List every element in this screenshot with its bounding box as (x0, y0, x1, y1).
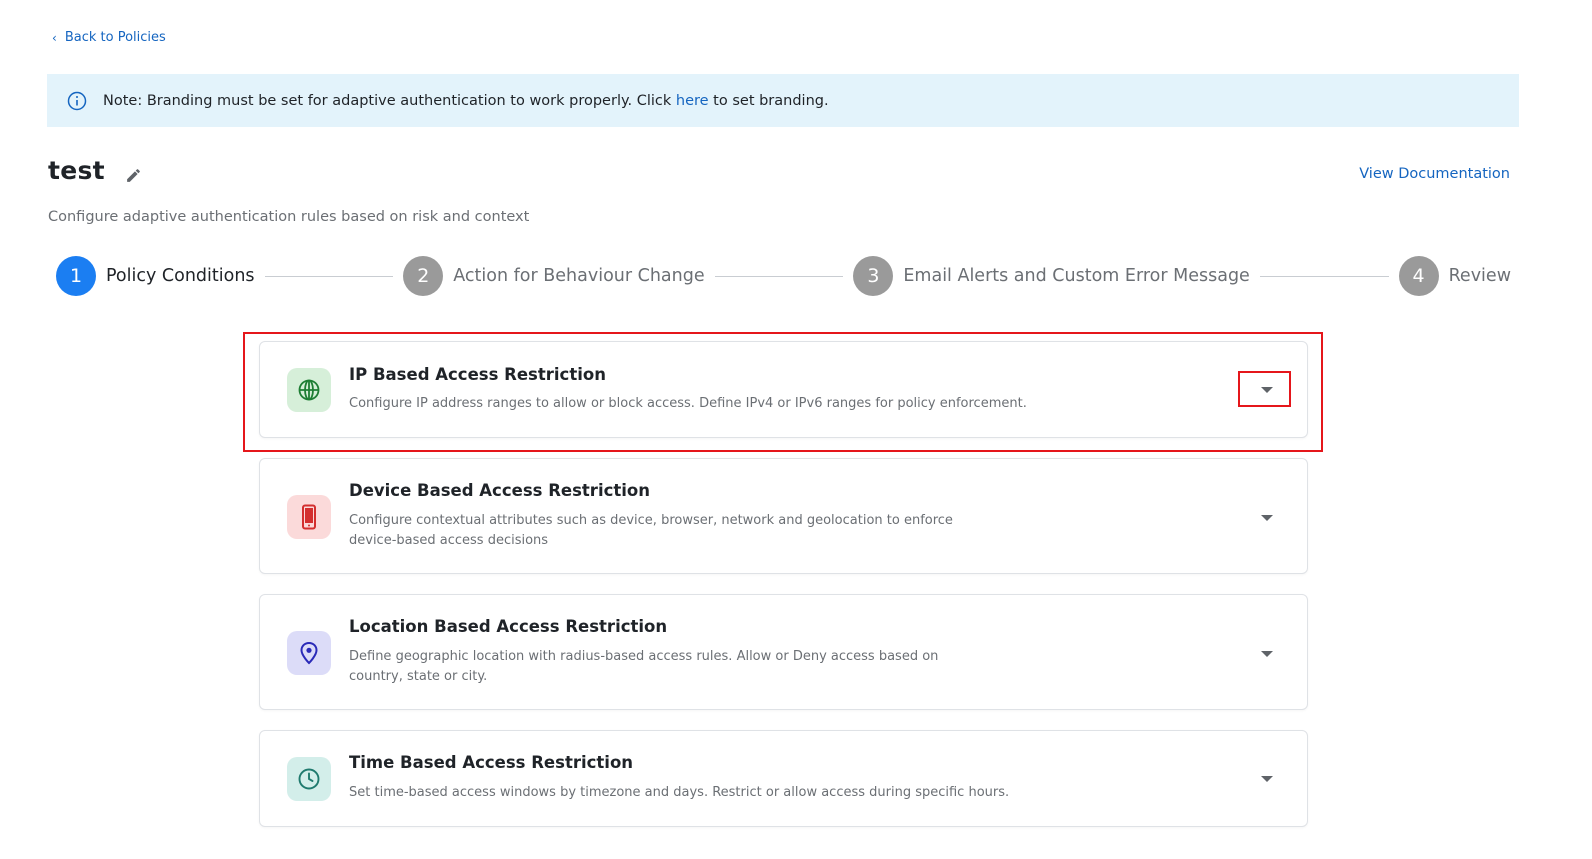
step-number: 2 (403, 256, 444, 296)
step-connector (264, 275, 394, 277)
card-title: IP Based Access Restriction (349, 365, 606, 384)
card-description: Define geographic location with radius-b… (349, 649, 939, 684)
globe-icon (287, 368, 331, 412)
time-restriction-card[interactable]: Time Based Access Restriction Set time-b… (259, 730, 1308, 827)
clock-icon (287, 757, 331, 801)
step-action-for-behaviour-change[interactable]: 2 Action for Behaviour Change (403, 256, 705, 296)
step-policy-conditions[interactable]: 1 Policy Conditions (56, 256, 255, 296)
card-title: Time Based Access Restriction (349, 753, 634, 772)
expand-chevron-icon[interactable] (1261, 651, 1273, 657)
back-to-policies-link[interactable]: ‹ Back to Policies (52, 30, 166, 45)
card-title: Device Based Access Restriction (349, 481, 651, 500)
step-connector (714, 275, 844, 277)
step-connector (1259, 275, 1389, 277)
branding-note-banner: Note: Branding must be set for adaptive … (47, 74, 1519, 127)
step-number: 3 (853, 256, 894, 296)
title-row: test (48, 156, 142, 185)
step-label: Action for Behaviour Change (453, 266, 705, 286)
step-number: 4 (1398, 256, 1439, 296)
info-icon (67, 91, 87, 110)
page-title: test (48, 156, 105, 185)
chevron-left-icon: ‹ (52, 30, 57, 45)
step-number: 1 (56, 256, 96, 296)
expand-chevron-icon[interactable] (1261, 387, 1273, 393)
card-description: Configure IP address ranges to allow or … (349, 396, 1027, 411)
card-title: Location Based Access Restriction (349, 617, 668, 636)
step-email-alerts[interactable]: 3 Email Alerts and Custom Error Message (853, 256, 1250, 296)
step-review[interactable]: 4 Review (1398, 256, 1512, 296)
mobile-phone-icon (287, 495, 331, 539)
page-subtitle: Configure adaptive authentication rules … (48, 209, 530, 225)
card-description: Configure contextual attributes such as … (349, 513, 953, 548)
ip-restriction-card[interactable]: IP Based Access Restriction Configure IP… (259, 341, 1308, 438)
step-label: Policy Conditions (106, 266, 255, 286)
expand-chevron-icon[interactable] (1261, 515, 1273, 521)
back-link-label: Back to Policies (64, 30, 166, 45)
view-documentation-link[interactable]: View Documentation (1359, 166, 1510, 182)
set-branding-link[interactable]: here (676, 93, 709, 109)
pencil-edit-icon[interactable] (125, 167, 142, 184)
note-text: Note: Branding must be set for adaptive … (103, 92, 829, 109)
expand-chevron-icon[interactable] (1261, 776, 1273, 782)
location-pin-icon (287, 631, 331, 675)
step-label: Email Alerts and Custom Error Message (903, 266, 1250, 286)
step-label: Review (1448, 266, 1512, 286)
device-restriction-card[interactable]: Device Based Access Restriction Configur… (259, 458, 1308, 574)
location-restriction-card[interactable]: Location Based Access Restriction Define… (259, 594, 1308, 710)
stepper: 1 Policy Conditions 2 Action for Behavio… (56, 256, 1511, 296)
card-description: Set time-based access windows by timezon… (349, 785, 1010, 800)
